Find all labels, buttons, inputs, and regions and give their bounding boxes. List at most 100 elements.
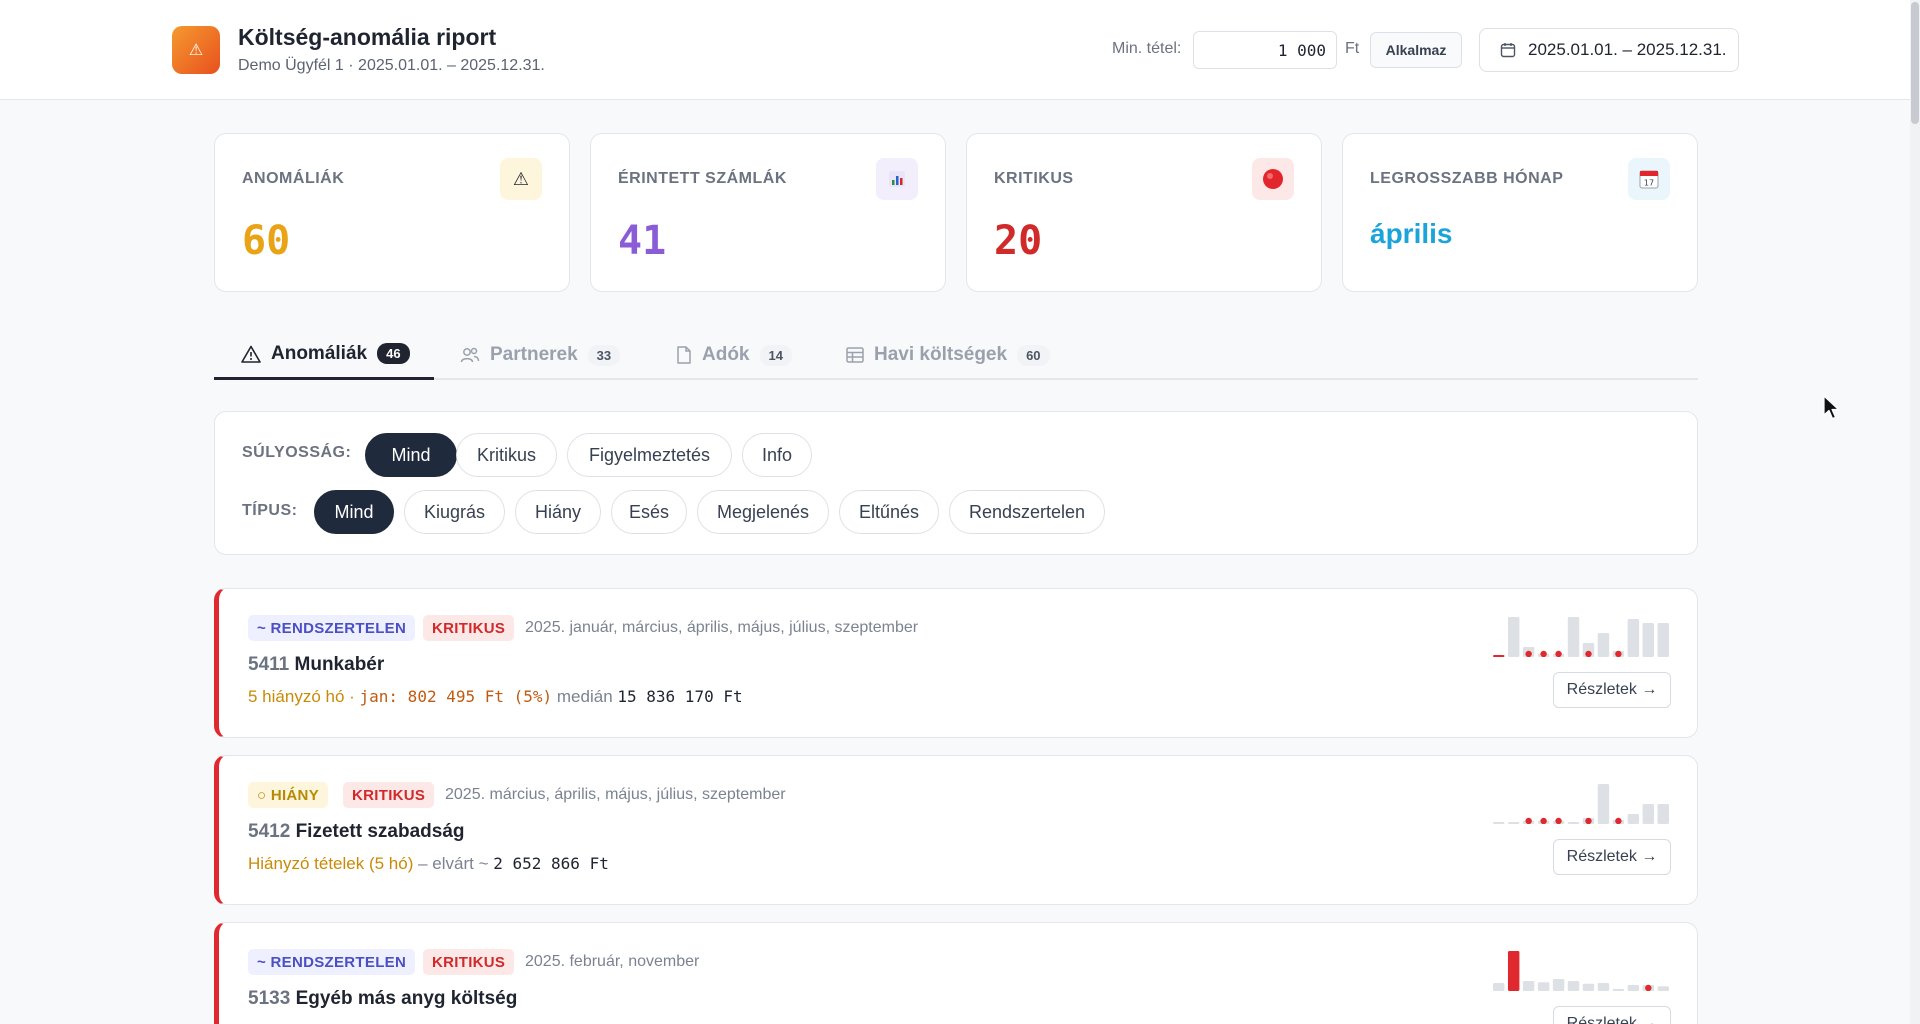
sparkline-bar xyxy=(1493,822,1505,824)
sparkline-anomaly-marker xyxy=(1540,650,1547,657)
severity-chip-info[interactable]: Info xyxy=(742,433,812,477)
tab-anomalies[interactable]: Anomáliák 46 xyxy=(214,330,434,380)
sparkline-bar xyxy=(1507,951,1520,991)
stat-value: 60 xyxy=(242,218,291,264)
warning-logo-icon: ⚠ xyxy=(172,26,220,74)
sparkline-anomaly-marker xyxy=(1540,817,1547,824)
sparkline-anomaly-marker xyxy=(1645,984,1652,991)
severity-badge: KRITIKUS xyxy=(423,949,515,975)
details-button[interactable]: Részletek → xyxy=(1553,1006,1671,1024)
account-code: 5411 xyxy=(248,654,290,675)
sparkline-bar xyxy=(1552,979,1565,991)
anomaly-detail: Hiányzó tételek (5 hó) – elvárt ~ 2 652 … xyxy=(248,854,609,874)
account-name: Munkabér xyxy=(294,654,385,675)
filter-panel: SÚLYOSSÁG: Mind Kritikus Figyelmeztetés … xyxy=(214,411,1698,555)
sparkline-bar xyxy=(1657,804,1669,824)
severity-badge: KRITIKUS xyxy=(423,615,515,641)
type-chip-spike[interactable]: Kiugrás xyxy=(404,490,505,534)
severity-chip-warning[interactable]: Figyelmeztetés xyxy=(567,433,732,477)
scrollbar-thumb[interactable] xyxy=(1911,2,1919,124)
sparkline-bar xyxy=(1582,983,1595,991)
bar-chart-icon xyxy=(876,158,918,200)
anomaly-detail: 5 hiányzó hó · jan: 802 495 Ft (5%) medi… xyxy=(248,687,743,707)
sparkline-anomaly-marker xyxy=(1615,650,1622,657)
sparkline-bar xyxy=(1597,983,1610,991)
sparkline-anomaly-marker xyxy=(1525,817,1532,824)
account-code: 5412 xyxy=(248,821,291,842)
account-code: 5133 xyxy=(248,988,291,1009)
anomaly-card[interactable]: ○ HIÁNY KRITIKUS 2025. március, április,… xyxy=(214,755,1698,905)
tab-count-badge: 60 xyxy=(1017,344,1050,366)
stat-label: ÉRINTETT SZÁMLÁK xyxy=(618,170,787,187)
sparkline-bar xyxy=(1567,822,1580,824)
sparkline-bar xyxy=(1627,985,1640,991)
anomaly-card[interactable]: ~ RENDSZERTELEN KRITIKUS 2025. január, m… xyxy=(214,588,1698,738)
tab-label: Havi költségek xyxy=(874,344,1008,365)
type-badge: ○ HIÁNY xyxy=(248,782,328,808)
tab-count-badge: 14 xyxy=(759,344,792,366)
anomaly-card[interactable]: ~ RENDSZERTELEN KRITIKUS 2025. február, … xyxy=(214,922,1698,1024)
monthly-sparkline xyxy=(1493,951,1669,991)
type-chip-all[interactable]: Mind xyxy=(314,490,394,534)
sparkline-bar xyxy=(1627,814,1640,824)
date-range-button[interactable]: 2025.01.01. – 2025.12.31. xyxy=(1479,28,1739,72)
sparkline-bar xyxy=(1657,986,1669,991)
apply-button[interactable]: Alkalmaz xyxy=(1370,32,1462,68)
sparkline-bar xyxy=(1642,804,1655,824)
detail-median-value: 15 836 170 Ft xyxy=(617,687,743,706)
detail-missing-count: 5 hiányzó hó · xyxy=(248,687,360,706)
sparkline-bar xyxy=(1567,617,1580,657)
monthly-sparkline xyxy=(1493,617,1669,657)
severity-chip-critical[interactable]: Kritikus xyxy=(456,433,557,477)
account-title: 5411 Munkabér xyxy=(248,654,384,676)
users-icon xyxy=(460,347,480,363)
sparkline-anomaly-marker xyxy=(1555,817,1562,824)
sparkline-anomaly-marker xyxy=(1525,650,1532,657)
severity-filter-label: SÚLYOSSÁG: xyxy=(242,444,352,461)
page-title: Költség-anomália riport xyxy=(238,24,497,50)
sparkline-bar xyxy=(1493,655,1505,657)
details-button[interactable]: Részletek → xyxy=(1553,839,1671,875)
calendar-icon: 17 xyxy=(1628,158,1670,200)
stat-value: 41 xyxy=(618,218,667,264)
tab-taxes[interactable]: Adók 14 xyxy=(676,330,792,380)
stat-value: április xyxy=(1370,218,1453,249)
sparkline-bar xyxy=(1627,619,1640,657)
stat-card-affected-accounts: ÉRINTETT SZÁMLÁK 41 xyxy=(590,133,946,292)
page-scrollbar[interactable] xyxy=(1910,0,1920,1024)
sparkline-bar xyxy=(1597,633,1610,657)
details-button[interactable]: Részletek → xyxy=(1553,672,1671,708)
app-header: ⚠ Költség-anomália riport Demo Ügyfél 1 … xyxy=(0,0,1920,100)
detail-median-label: medián xyxy=(552,687,618,706)
type-filter-label: TÍPUS: xyxy=(242,502,298,519)
account-title: 5412 Fizetett szabadság xyxy=(248,821,465,843)
stat-label: KRITIKUS xyxy=(994,170,1074,187)
stat-card-critical: KRITIKUS 20 xyxy=(966,133,1322,292)
table-icon xyxy=(846,347,864,363)
type-chip-appearance[interactable]: Megjelenés xyxy=(697,490,829,534)
tab-label: Partnerek xyxy=(490,344,578,365)
type-chip-drop[interactable]: Esés xyxy=(611,490,687,534)
sparkline-anomaly-marker xyxy=(1555,650,1562,657)
min-amount-input[interactable] xyxy=(1193,31,1337,69)
type-chip-disappearance[interactable]: Eltűnés xyxy=(839,490,939,534)
tab-monthly-costs[interactable]: Havi költségek 60 xyxy=(846,330,1050,380)
account-title: 5133 Egyéb más anyg költség xyxy=(248,988,517,1010)
type-chip-missing[interactable]: Hiány xyxy=(515,490,601,534)
date-range-text: 2025.01.01. – 2025.12.31. xyxy=(1528,40,1727,59)
tab-partners[interactable]: Partnerek 33 xyxy=(460,330,621,380)
severity-chip-all[interactable]: Mind xyxy=(365,433,457,477)
detail-expected-value: 2 652 866 Ft xyxy=(493,854,609,873)
sparkline-bar xyxy=(1507,617,1520,657)
sparkline-bar xyxy=(1522,981,1535,991)
monthly-sparkline xyxy=(1493,784,1669,824)
sparkline-anomaly-marker xyxy=(1585,650,1592,657)
type-badge: ~ RENDSZERTELEN xyxy=(248,615,416,641)
type-chip-irregular[interactable]: Rendszertelen xyxy=(949,490,1105,534)
affected-months: 2025. február, november xyxy=(525,953,700,970)
sparkline-bar xyxy=(1567,981,1580,991)
account-name: Egyéb más anyg költség xyxy=(295,988,518,1009)
tab-count-badge: 33 xyxy=(587,344,621,366)
tab-count-badge: 46 xyxy=(377,343,410,364)
sparkline-bar xyxy=(1493,983,1505,991)
